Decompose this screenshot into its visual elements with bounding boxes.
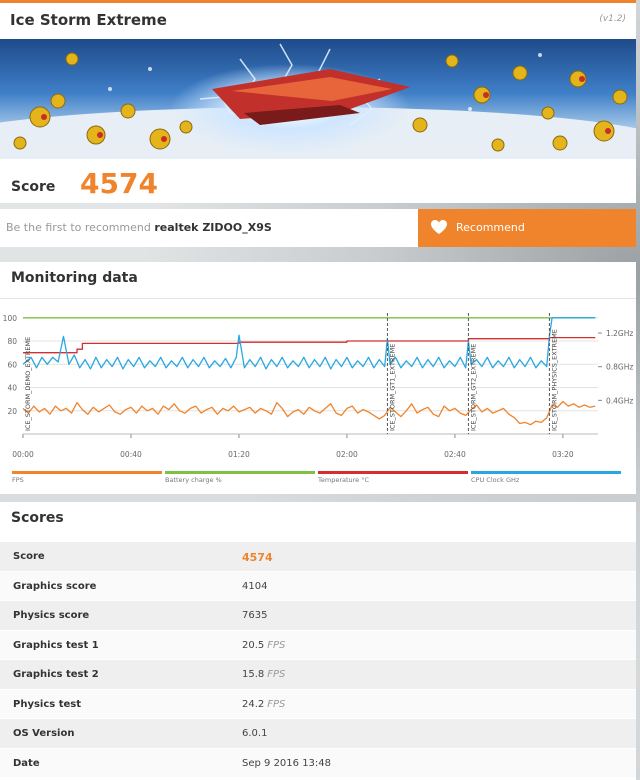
value-number: Sep 9 2016 13:48 bbox=[242, 757, 332, 769]
x-tick-label: 03:20 bbox=[552, 450, 574, 459]
value-number: 7635 bbox=[242, 610, 268, 621]
marker-label: ICE_STORM_GT1_EXTREME bbox=[388, 344, 396, 431]
y-tick-label: 100 bbox=[3, 314, 18, 323]
legend-label: Battery charge % bbox=[165, 476, 222, 484]
monitoring-title: Monitoring data bbox=[11, 270, 138, 286]
table-row: Physics score 7635 bbox=[0, 600, 636, 630]
row-value: 6.0.1 bbox=[242, 728, 270, 739]
x-tick-label: 00:40 bbox=[120, 450, 142, 459]
table-row: Graphics test 1 20.5 FPS bbox=[0, 629, 636, 659]
monitoring-card: Monitoring data 20 40 60 80 100 1.2GHz 0.8GHz 0… bbox=[0, 262, 636, 494]
row-label: Graphics score bbox=[13, 580, 97, 592]
y-tick-label: 20 bbox=[7, 407, 17, 416]
legend-swatch bbox=[12, 471, 162, 474]
value-number: 20.5 bbox=[242, 639, 265, 651]
legend-label: CPU Clock GHz bbox=[471, 476, 520, 484]
row-value: 15.8 FPS bbox=[242, 669, 285, 680]
value-number: 4574 bbox=[242, 551, 273, 564]
recommend-button[interactable]: Recommend bbox=[418, 209, 636, 247]
scores-card: Scores Score 4574 Graphics score 4104 Ph… bbox=[0, 502, 636, 780]
marker-label: ICE_STORM_PHYSICS_EXTREME bbox=[550, 329, 558, 431]
scores-table: Score 4574 Graphics score 4104 Physics s… bbox=[0, 541, 636, 777]
recommend-prompt-text: Be the first to recommend bbox=[6, 221, 151, 234]
recommend-prompt: Be the first to recommend realtek ZIDOO_… bbox=[6, 221, 272, 234]
score-label: Score bbox=[11, 179, 56, 195]
table-row: Graphics score 4104 bbox=[0, 570, 636, 600]
series-line bbox=[22, 400, 596, 426]
row-value: 20.5 FPS bbox=[242, 640, 285, 651]
row-label: Physics test bbox=[13, 698, 82, 710]
y-right-tick-label: 0.8GHz bbox=[606, 363, 633, 372]
score-value: 4574 bbox=[80, 167, 158, 200]
value-number: 6.0.1 bbox=[242, 728, 268, 739]
x-tick-label: 00:00 bbox=[12, 450, 34, 459]
row-value: 24.2 FPS bbox=[242, 699, 285, 710]
result-header-card: Ice Storm Extreme (v1.2) Score 4574 bbox=[0, 0, 636, 203]
y-tick-label: 40 bbox=[7, 384, 17, 393]
heart-icon bbox=[430, 219, 448, 238]
row-label: OS Version bbox=[13, 728, 75, 739]
row-label: Physics score bbox=[13, 610, 90, 621]
value-number: 24.2 bbox=[242, 698, 265, 710]
device-name: realtek ZIDOO_X9S bbox=[154, 221, 272, 234]
x-tick-label: 02:40 bbox=[444, 450, 466, 459]
x-tick-label: 02:00 bbox=[336, 450, 358, 459]
banner-image bbox=[0, 39, 636, 159]
row-label: Graphics test 1 bbox=[13, 639, 99, 651]
table-row: Physics test 24.2 FPS bbox=[0, 688, 636, 718]
value-unit: FPS bbox=[267, 698, 286, 710]
table-row: OS Version 6.0.1 bbox=[0, 718, 636, 748]
value-unit: FPS bbox=[267, 639, 286, 651]
y-tick-label: 80 bbox=[7, 337, 17, 346]
row-value: Sep 9 2016 13:48 bbox=[242, 758, 334, 769]
recommend-bar: Be the first to recommend realtek ZIDOO_… bbox=[0, 209, 636, 247]
version-label: (v1.2) bbox=[599, 14, 626, 24]
marker-label: ICE_STORM_DEMO_EXTREME bbox=[24, 337, 32, 431]
legend-swatch bbox=[471, 471, 621, 474]
table-row: Date Sep 9 2016 13:48 bbox=[0, 747, 636, 777]
row-value: 7635 bbox=[242, 610, 270, 621]
y-right-tick-label: 0.4GHz bbox=[606, 396, 633, 405]
y-tick-label: 60 bbox=[7, 360, 17, 369]
legend-label: FPS bbox=[12, 476, 24, 484]
row-value: 4104 bbox=[242, 581, 270, 592]
recommend-button-label: Recommend bbox=[456, 221, 525, 234]
scores-title: Scores bbox=[11, 510, 64, 526]
value-unit: FPS bbox=[267, 669, 286, 680]
table-row: Score 4574 bbox=[0, 541, 636, 571]
series-line bbox=[23, 336, 596, 354]
legend-swatch bbox=[165, 471, 315, 474]
marker-label: ICE_STORM_GT2_EXTREME bbox=[469, 344, 477, 431]
legend-swatch bbox=[318, 471, 468, 474]
test-title: Ice Storm Extreme bbox=[10, 11, 167, 29]
value-number: 15.8 bbox=[242, 669, 265, 680]
y-right-tick-label: 1.2GHz bbox=[606, 329, 633, 338]
x-tick-label: 01:20 bbox=[228, 450, 250, 459]
row-label: Graphics test 2 bbox=[13, 669, 99, 680]
divider bbox=[0, 298, 636, 299]
legend-label: Temperature °C bbox=[317, 476, 369, 484]
monitoring-chart: 20 40 60 80 100 1.2GHz 0.8GHz 0.4GHz 00:00 00:40 0… bbox=[3, 312, 633, 484]
row-label: Date bbox=[13, 757, 40, 769]
row-value: 4574 bbox=[242, 551, 276, 564]
table-row: Graphics test 2 15.8 FPS bbox=[0, 659, 636, 689]
row-label: Score bbox=[13, 551, 45, 562]
value-number: 4104 bbox=[242, 580, 268, 592]
